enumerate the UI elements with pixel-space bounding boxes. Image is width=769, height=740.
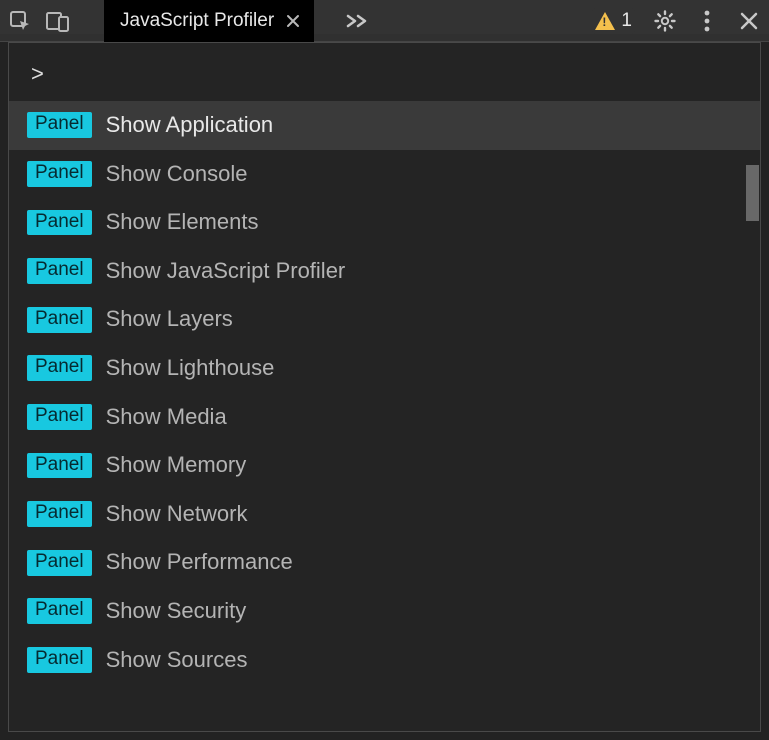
kebab-menu-icon[interactable] [695, 9, 719, 33]
warning-icon [595, 12, 615, 30]
devtools-toolbar: JavaScript Profiler 1 [0, 0, 769, 42]
command-label: Show Console [106, 160, 248, 189]
tab-label: JavaScript Profiler [120, 10, 274, 32]
command-item[interactable]: Panel Show Sources [9, 636, 760, 685]
command-label: Show Layers [106, 305, 233, 334]
inspect-icon[interactable] [8, 9, 32, 33]
warning-badge[interactable]: 1 [592, 8, 635, 34]
command-item[interactable]: Panel Show Layers [9, 295, 760, 344]
more-tabs-icon[interactable] [346, 13, 370, 29]
command-label: Show Performance [106, 548, 293, 577]
command-badge: Panel [27, 453, 92, 479]
command-badge: Panel [27, 647, 92, 673]
command-badge: Panel [27, 598, 92, 624]
command-label: Show JavaScript Profiler [106, 257, 346, 286]
command-label: Show Sources [106, 646, 248, 675]
command-label: Show Application [106, 111, 274, 140]
command-badge: Panel [27, 355, 92, 381]
toolbar-right: 1 [592, 8, 761, 34]
command-item[interactable]: Panel Show Performance [9, 538, 760, 587]
close-devtools-icon[interactable] [737, 9, 761, 33]
close-tab-icon[interactable] [284, 12, 302, 30]
settings-icon[interactable] [653, 9, 677, 33]
command-badge: Panel [27, 307, 92, 333]
command-menu: > Panel Show Application Panel Show Console… [8, 42, 761, 732]
command-item[interactable]: Panel Show Memory [9, 441, 760, 490]
warning-count: 1 [621, 10, 632, 32]
device-toggle-icon[interactable] [46, 9, 70, 33]
command-label: Show Media [106, 403, 227, 432]
command-item[interactable]: Panel Show Elements [9, 198, 760, 247]
command-badge: Panel [27, 258, 92, 284]
command-item[interactable]: Panel Show JavaScript Profiler [9, 247, 760, 296]
command-item[interactable]: Panel Show Lighthouse [9, 344, 760, 393]
command-item[interactable]: Panel Show Application [9, 101, 760, 150]
command-badge: Panel [27, 404, 92, 430]
toolbar-left: JavaScript Profiler [8, 0, 370, 42]
active-tab[interactable]: JavaScript Profiler [104, 0, 314, 42]
scrollbar-thumb[interactable] [746, 165, 759, 221]
command-badge: Panel [27, 161, 92, 187]
command-label: Show Lighthouse [106, 354, 275, 383]
command-badge: Panel [27, 501, 92, 527]
command-item[interactable]: Panel Show Network [9, 490, 760, 539]
command-badge: Panel [27, 210, 92, 236]
command-label: Show Memory [106, 451, 247, 480]
command-input[interactable]: > [9, 43, 760, 101]
command-label: Show Security [106, 597, 247, 626]
command-badge: Panel [27, 550, 92, 576]
command-item[interactable]: Panel Show Media [9, 393, 760, 442]
command-label: Show Network [106, 500, 248, 529]
command-prompt: > [31, 61, 44, 86]
command-label: Show Elements [106, 208, 259, 237]
command-list: PanelShow ApplicationPanelShow ConsolePa… [9, 101, 760, 731]
command-item[interactable]: Panel Show Console [9, 150, 760, 199]
command-badge: Panel [27, 112, 92, 138]
command-item[interactable]: Panel Show Security [9, 587, 760, 636]
